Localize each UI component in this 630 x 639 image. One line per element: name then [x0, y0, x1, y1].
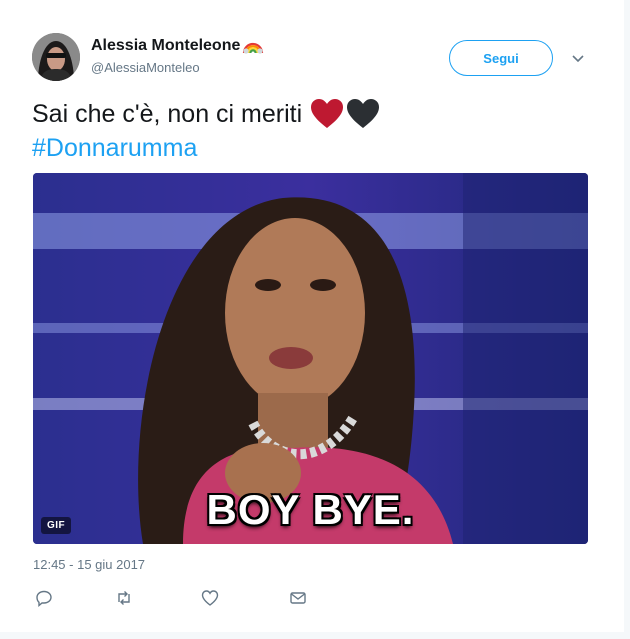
reply-icon[interactable]: [35, 589, 53, 607]
rainbow-icon: [242, 38, 264, 54]
like-icon[interactable]: [201, 589, 219, 607]
author-name[interactable]: Alessia Monteleone: [91, 37, 240, 55]
chevron-down-icon[interactable]: [569, 49, 587, 67]
black-heart-icon: [347, 99, 380, 128]
tweet-text: Sai che c'è, non ci meriti: [32, 100, 303, 128]
gif-media[interactable]: BOY BYE. GIF: [33, 173, 588, 544]
tweet-actions: [35, 589, 369, 607]
author-handle[interactable]: @AlessiaMonteleo: [91, 60, 200, 75]
gif-badge: GIF: [41, 517, 72, 534]
gif-caption: BOY BYE.: [206, 486, 415, 533]
tweet-timestamp[interactable]: 12:45 - 15 giu 2017: [33, 557, 145, 572]
author-row: Alessia Monteleone: [91, 37, 264, 55]
retweet-icon[interactable]: [115, 589, 133, 607]
direct-message-icon[interactable]: [289, 589, 307, 607]
tweet-text-row: Sai che c'è, non ci meriti: [32, 98, 380, 130]
hearts: [310, 99, 380, 129]
follow-button[interactable]: Segui: [449, 40, 553, 76]
tweet-card: Alessia Monteleone @AlessiaMonteleo Segu…: [0, 0, 625, 633]
red-heart-icon: [311, 99, 344, 128]
hashtag-link[interactable]: #Donnarumma: [32, 132, 197, 164]
window-edge: [624, 0, 630, 639]
avatar-image: [32, 33, 80, 81]
window-edge-bottom: [0, 632, 630, 639]
avatar[interactable]: [32, 33, 80, 81]
